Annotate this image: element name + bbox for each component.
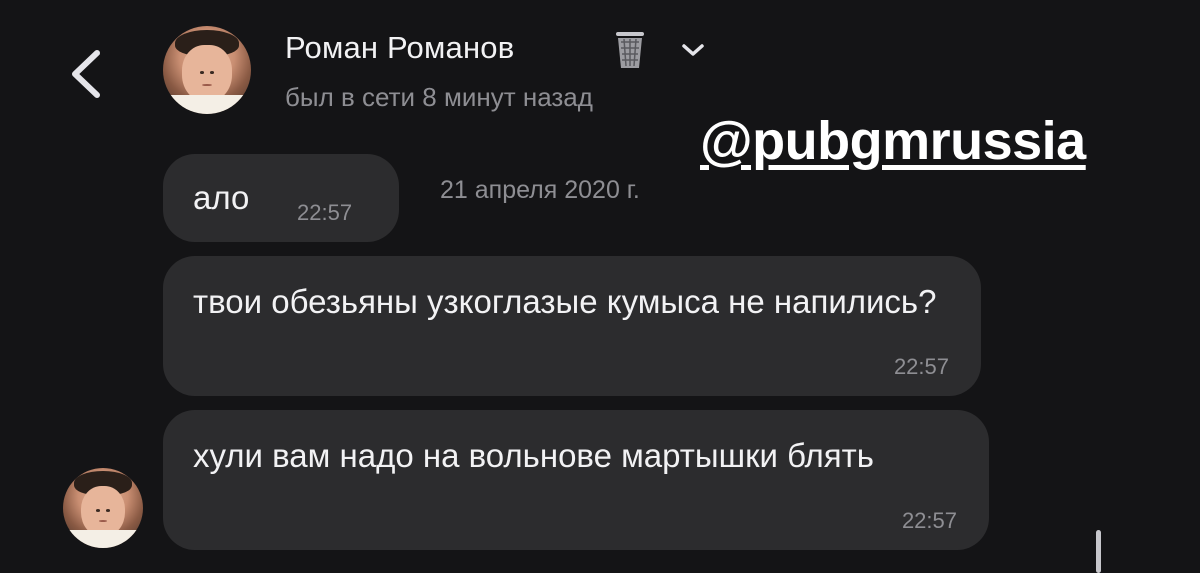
- watermark-handle: @pubgmrussia: [700, 111, 1086, 171]
- message-bubble[interactable]: хули вам надо на вольнове мартышки блять…: [163, 410, 989, 550]
- trash-can-icon: [616, 32, 644, 68]
- chat-screen: Роман Романов был в сети 8 минут назад @…: [0, 0, 1200, 573]
- message-time: 22:57: [893, 354, 949, 379]
- message-time: 22:57: [901, 508, 957, 533]
- message-text: твои обезьяны узкоглазые кумыса не напил…: [193, 283, 937, 320]
- chevron-down-icon[interactable]: [680, 40, 706, 60]
- message-time: 22:57: [297, 200, 353, 225]
- message-text: ало: [193, 179, 250, 216]
- last-seen-status: был в сети 8 минут назад: [285, 82, 593, 112]
- date-separator: 21 апреля 2020 г.: [440, 176, 640, 204]
- back-button[interactable]: [60, 42, 112, 106]
- message-bubble[interactable]: ало 22:57: [163, 154, 399, 242]
- message-bubble[interactable]: твои обезьяны узкоглазые кумыса не напил…: [163, 256, 981, 396]
- sender-avatar[interactable]: [63, 468, 143, 548]
- message-text: хули вам надо на вольнове мартышки блять: [193, 437, 874, 474]
- contact-name[interactable]: Роман Романов: [285, 30, 514, 66]
- contact-avatar[interactable]: [163, 26, 251, 114]
- chevron-left-icon: [72, 50, 100, 98]
- scrollbar[interactable]: [1096, 530, 1101, 573]
